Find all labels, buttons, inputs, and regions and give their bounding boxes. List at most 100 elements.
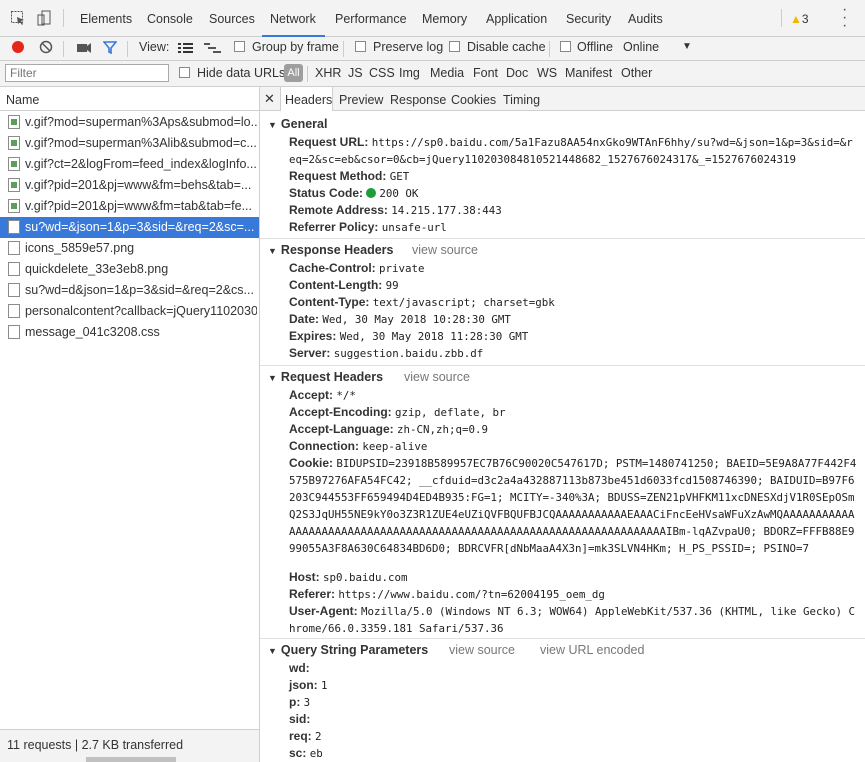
request-method-value: GET [389, 170, 410, 183]
chevron-down-icon[interactable]: ▼ [682, 41, 692, 52]
filter-type-js[interactable]: JS [348, 66, 363, 80]
request-name: quickdelete_33e3eb8.png [25, 262, 169, 276]
filter-type-ws[interactable]: WS [537, 66, 557, 80]
document-icon [8, 241, 20, 255]
request-headers-view-source-link[interactable]: view source [404, 370, 470, 384]
host-key: Host: [289, 570, 320, 584]
tab-application[interactable]: Application [486, 12, 547, 26]
close-icon[interactable]: ✕ [264, 91, 275, 107]
filter-type-doc[interactable]: Doc [506, 66, 528, 80]
query-view-source-link[interactable]: view source [449, 643, 515, 657]
accept-value: */* [336, 389, 356, 402]
preserve-log-checkbox[interactable] [355, 41, 366, 52]
section-query-string-toggle[interactable]: ▼ Query String Parameters [268, 643, 428, 657]
filter-bar: Hide data URLs All XHR JS CSS Img Media … [0, 61, 865, 87]
offline-checkbox[interactable] [560, 41, 571, 52]
response-header-value: 99 [385, 279, 399, 292]
tab-audits[interactable]: Audits [628, 12, 663, 26]
status-code-key: Status Code: [289, 186, 364, 200]
inspect-element-icon[interactable] [10, 10, 26, 26]
request-row[interactable]: su?wd=&json=1&p=3&sid=&req=2&sc=... [0, 217, 259, 238]
filter-type-other[interactable]: Other [621, 66, 652, 80]
more-menu-icon[interactable]: · · · [842, 2, 847, 34]
filter-type-manifest[interactable]: Manifest [565, 66, 612, 80]
section-request-headers-title: Request Headers [280, 370, 384, 384]
remote-address-value: 14.215.177.38:443 [391, 204, 502, 217]
connection-row: Connection: keep-alive [289, 438, 857, 455]
tab-security[interactable]: Security [566, 12, 611, 26]
screenshot-camera-icon[interactable] [76, 41, 92, 53]
name-column-header[interactable]: Name [0, 87, 260, 111]
request-row[interactable]: su?wd=d&json=1&p=3&sid=&req=2&cs... [0, 280, 259, 301]
triangle-down-icon: ▼ [268, 120, 277, 130]
group-by-frame-checkbox[interactable] [234, 41, 245, 52]
waterfall-overview-icon[interactable] [204, 42, 222, 54]
divider [63, 41, 64, 57]
tab-performance[interactable]: Performance [335, 12, 407, 26]
remote-address-key: Remote Address: [289, 203, 388, 217]
section-general-toggle[interactable]: ▼ General [268, 117, 327, 131]
tab-console[interactable]: Console [147, 12, 193, 26]
query-param-row: json: 1 [289, 677, 857, 694]
query-param-value: eb [309, 747, 323, 760]
accept-encoding-row: Accept-Encoding: gzip, deflate, br [289, 404, 857, 421]
hide-data-urls-checkbox[interactable] [179, 67, 190, 78]
large-rows-icon[interactable] [178, 42, 194, 54]
query-param-row: sc: eb [289, 745, 857, 762]
filter-type-css[interactable]: CSS [369, 66, 395, 80]
section-query-string-title: Query String Parameters [280, 643, 429, 657]
query-view-url-encoded-link[interactable]: view URL encoded [540, 643, 644, 657]
filter-funnel-icon[interactable] [103, 40, 117, 54]
record-icon[interactable] [11, 40, 25, 54]
tab-headers[interactable]: Headers [285, 93, 332, 107]
request-row[interactable]: message_041c3208.css [0, 322, 259, 343]
filter-type-media[interactable]: Media [430, 66, 464, 80]
request-row[interactable]: icons_5859e57.png [0, 238, 259, 259]
user-agent-key: User-Agent: [289, 604, 358, 618]
filter-type-all[interactable]: All [284, 64, 303, 82]
request-row[interactable]: v.gif?pid=201&pj=www&fm=tab&tab=fe... [0, 196, 259, 217]
tab-memory[interactable]: Memory [422, 12, 467, 26]
response-header-row: Date: Wed, 30 May 2018 10:28:30 GMT [289, 311, 857, 328]
tab-cookies[interactable]: Cookies [451, 93, 496, 107]
request-row[interactable]: v.gif?mod=superman%3Aps&submod=lo... [0, 112, 259, 133]
request-row[interactable]: quickdelete_33e3eb8.png [0, 259, 259, 280]
tab-network[interactable]: Network [270, 12, 316, 26]
response-header-value: private [379, 262, 425, 275]
request-method-row: Request Method: GET [289, 168, 857, 185]
tab-timing[interactable]: Timing [503, 93, 540, 107]
response-header-value: Wed, 30 May 2018 10:28:30 GMT [322, 313, 511, 326]
request-name: su?wd=&json=1&p=3&sid=&req=2&sc=... [25, 220, 255, 234]
request-row[interactable]: v.gif?pid=201&pj=www&fm=behs&tab=... [0, 175, 259, 196]
request-row[interactable]: v.gif?mod=superman%3Alib&submod=c... [0, 133, 259, 154]
section-response-headers-toggle[interactable]: ▼ Response Headers [268, 243, 393, 257]
tab-response[interactable]: Response [390, 93, 446, 107]
warnings-counter[interactable]: ▲3 [790, 12, 809, 26]
response-header-value: text/javascript; charset=gbk [372, 296, 555, 309]
filter-type-font[interactable]: Font [473, 66, 498, 80]
filter-type-img[interactable]: Img [399, 66, 420, 80]
tab-elements[interactable]: Elements [80, 12, 132, 26]
tab-preview[interactable]: Preview [339, 93, 383, 107]
horizontal-scrollbar[interactable] [86, 757, 176, 762]
response-headers-view-source-link[interactable]: view source [412, 243, 478, 257]
request-row[interactable]: personalcontent?callback=jQuery1102030..… [0, 301, 259, 322]
detail-tab-bar: ✕ Headers Preview Response Cookies Timin… [260, 87, 865, 111]
triangle-down-icon: ▼ [268, 373, 277, 383]
throttling-select[interactable]: Online [623, 40, 659, 54]
filter-input[interactable] [5, 64, 169, 82]
request-row[interactable]: v.gif?ct=2&logFrom=feed_index&logInfo... [0, 154, 259, 175]
section-request-headers-toggle[interactable]: ▼ Request Headers [268, 370, 383, 384]
filter-type-xhr[interactable]: XHR [315, 66, 341, 80]
network-toolbar: View: Group by frame Preserve log Disabl… [0, 37, 865, 61]
divider [307, 66, 308, 82]
status-code-value: 200 OK [379, 187, 419, 200]
host-value: sp0.baidu.com [323, 571, 408, 584]
clear-icon[interactable] [39, 40, 53, 54]
host-row: Host: sp0.baidu.com [289, 569, 857, 586]
section-response-headers-title: Response Headers [280, 243, 394, 257]
disable-cache-checkbox[interactable] [449, 41, 460, 52]
tab-sources[interactable]: Sources [209, 12, 255, 26]
device-toolbar-icon[interactable] [36, 10, 52, 26]
cookie-row: Cookie: BIDUPSID=23918B589957EC7B76C9002… [289, 455, 857, 557]
